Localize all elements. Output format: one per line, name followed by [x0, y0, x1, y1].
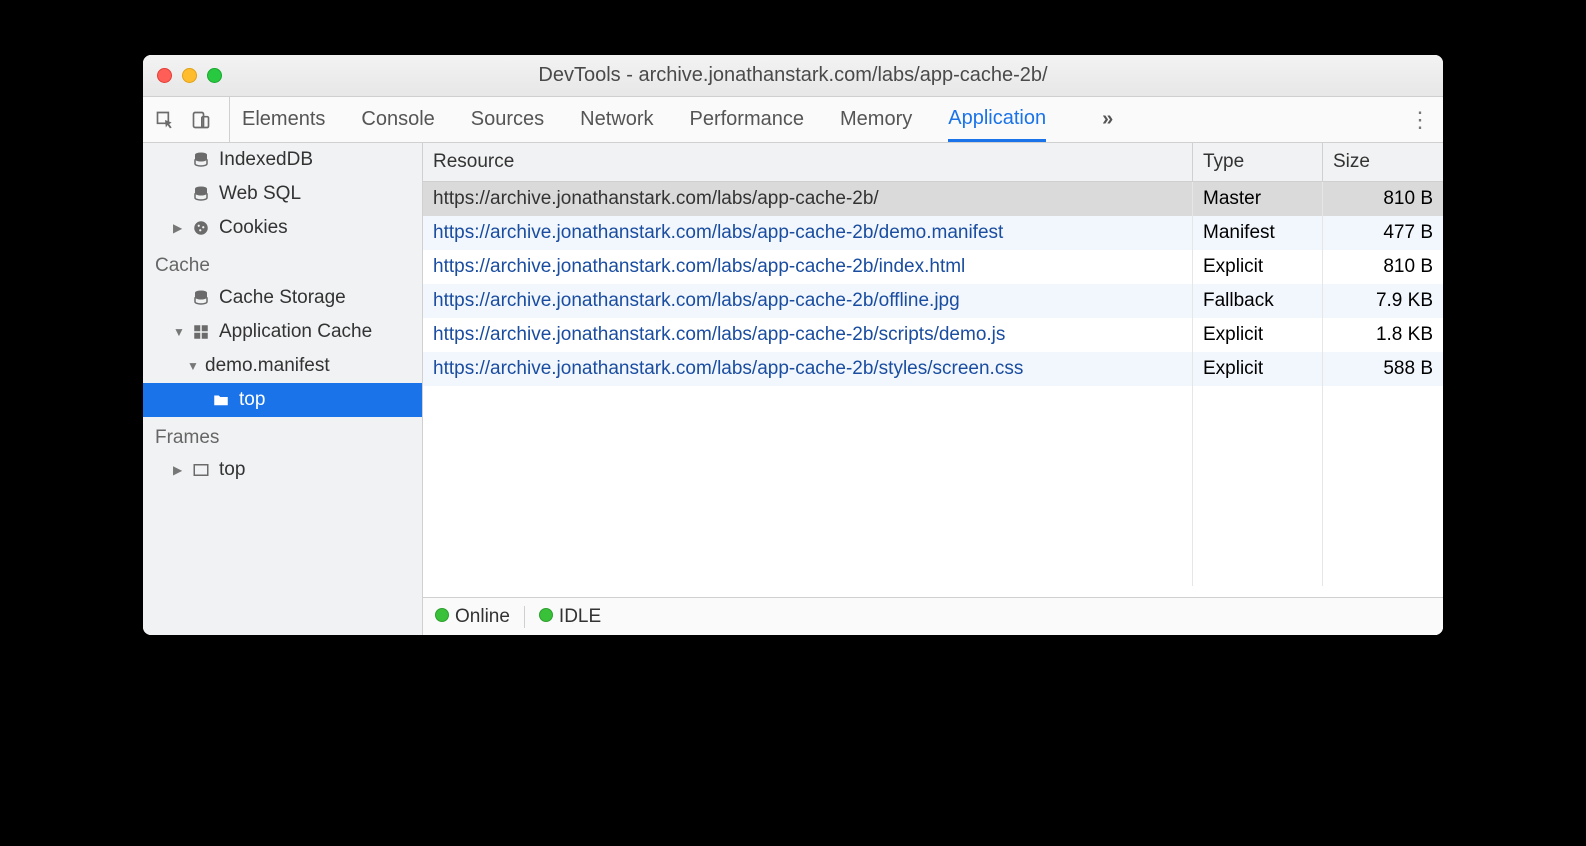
col-header-resource[interactable]: Resource: [423, 143, 1193, 181]
expand-arrow-icon: ▶: [173, 221, 183, 235]
sidebar-item-frames-top[interactable]: ▶ top: [143, 453, 422, 487]
inspect-element-icon[interactable]: [155, 110, 175, 130]
cell-resource: https://archive.jonathanstark.com/labs/a…: [423, 318, 1193, 352]
sidebar-label: Cache Storage: [219, 287, 346, 309]
titlebar: DevTools - archive.jonathanstark.com/lab…: [143, 55, 1443, 97]
cell-resource: https://archive.jonathanstark.com/labs/a…: [423, 182, 1193, 216]
sidebar-label: IndexedDB: [219, 149, 313, 171]
sidebar-section-frames: Frames: [143, 417, 422, 453]
table-row[interactable]: https://archive.jonathanstark.com/labs/a…: [423, 352, 1443, 386]
table-row[interactable]: https://archive.jonathanstark.com/labs/a…: [423, 250, 1443, 284]
table-header: Resource Type Size: [423, 143, 1443, 182]
sidebar-label: Cookies: [219, 217, 288, 239]
cell-resource: https://archive.jonathanstark.com/labs/a…: [423, 250, 1193, 284]
tab-performance[interactable]: Performance: [690, 97, 805, 142]
sidebar-item-indexeddb[interactable]: IndexedDB: [143, 143, 422, 177]
sidebar-item-application-cache[interactable]: ▼ Application Cache: [143, 315, 422, 349]
expand-arrow-icon: ▶: [173, 463, 183, 477]
online-dot-icon: [435, 608, 449, 622]
sidebar-label: demo.manifest: [205, 355, 330, 377]
cell-type: Master: [1193, 182, 1323, 216]
body: IndexedDB Web SQL ▶ Cookies Cache: [143, 143, 1443, 635]
grid-icon: [191, 322, 211, 342]
col-header-size[interactable]: Size: [1323, 143, 1443, 181]
table-row[interactable]: https://archive.jonathanstark.com/labs/a…: [423, 284, 1443, 318]
sidebar-item-cache-storage[interactable]: Cache Storage: [143, 281, 422, 315]
table-row[interactable]: https://archive.jonathanstark.com/labs/a…: [423, 318, 1443, 352]
cell-size: 810 B: [1323, 182, 1443, 216]
tab-memory[interactable]: Memory: [840, 97, 912, 142]
window-title: DevTools - archive.jonathanstark.com/lab…: [143, 64, 1443, 87]
database-icon: [191, 184, 211, 204]
cell-type: Explicit: [1193, 318, 1323, 352]
frame-icon: [191, 460, 211, 480]
tabs-overflow[interactable]: »: [1102, 108, 1113, 131]
tab-console[interactable]: Console: [361, 97, 434, 142]
devtools-window: DevTools - archive.jonathanstark.com/lab…: [143, 55, 1443, 635]
sidebar-item-cookies[interactable]: ▶ Cookies: [143, 211, 422, 245]
cell-resource: https://archive.jonathanstark.com/labs/a…: [423, 216, 1193, 250]
cell-size: 477 B: [1323, 216, 1443, 250]
cell-resource: https://archive.jonathanstark.com/labs/a…: [423, 352, 1193, 386]
device-mode-icon[interactable]: [191, 110, 211, 130]
table-body: https://archive.jonathanstark.com/labs/a…: [423, 182, 1443, 597]
col-header-type[interactable]: Type: [1193, 143, 1323, 181]
cell-size: 7.9 KB: [1323, 284, 1443, 318]
cell-type: Manifest: [1193, 216, 1323, 250]
sidebar-label: top: [239, 389, 265, 411]
sidebar-label: top: [219, 459, 245, 481]
database-icon: [191, 150, 211, 170]
tab-application[interactable]: Application: [948, 97, 1046, 142]
tab-sources[interactable]: Sources: [471, 97, 544, 142]
sidebar-label: Web SQL: [219, 183, 301, 205]
table-row[interactable]: https://archive.jonathanstark.com/labs/a…: [423, 182, 1443, 216]
sidebar-section-cache: Cache: [143, 245, 422, 281]
tabs: Elements Console Sources Network Perform…: [242, 97, 1379, 142]
sidebar: IndexedDB Web SQL ▶ Cookies Cache: [143, 143, 423, 635]
sidebar-item-websql[interactable]: Web SQL: [143, 177, 422, 211]
cookie-icon: [191, 218, 211, 238]
toolbar: Elements Console Sources Network Perform…: [143, 97, 1443, 143]
status-state: IDLE: [539, 606, 601, 628]
folder-icon: [211, 390, 231, 410]
expand-arrow-icon: ▼: [187, 359, 197, 373]
toolbar-menu-icon[interactable]: ⋮: [1379, 107, 1431, 133]
expand-arrow-icon: ▼: [173, 325, 183, 339]
tab-elements[interactable]: Elements: [242, 97, 325, 142]
cell-size: 810 B: [1323, 250, 1443, 284]
cell-size: 1.8 KB: [1323, 318, 1443, 352]
database-icon: [191, 288, 211, 308]
statusbar: Online IDLE: [423, 597, 1443, 635]
cell-type: Explicit: [1193, 352, 1323, 386]
state-dot-icon: [539, 608, 553, 622]
status-online: Online: [435, 606, 510, 628]
main-panel: Resource Type Size https://archive.jonat…: [423, 143, 1443, 635]
tab-network[interactable]: Network: [580, 97, 653, 142]
cell-resource: https://archive.jonathanstark.com/labs/a…: [423, 284, 1193, 318]
toolbar-icon-group: [155, 97, 230, 142]
status-separator: [524, 606, 525, 628]
cell-type: Fallback: [1193, 284, 1323, 318]
cell-type: Explicit: [1193, 250, 1323, 284]
sidebar-item-manifest[interactable]: ▼ demo.manifest: [143, 349, 422, 383]
sidebar-item-top[interactable]: top: [143, 383, 422, 417]
table-row[interactable]: https://archive.jonathanstark.com/labs/a…: [423, 216, 1443, 250]
cell-size: 588 B: [1323, 352, 1443, 386]
sidebar-label: Application Cache: [219, 321, 372, 343]
